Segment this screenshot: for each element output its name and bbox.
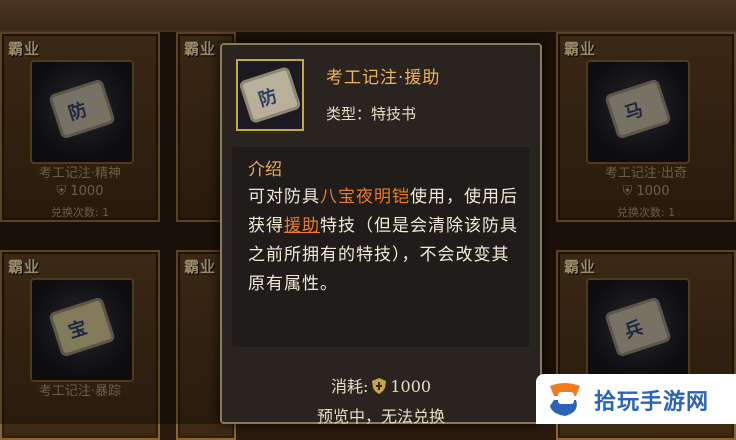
status-text: 预览中，无法兑换 — [316, 407, 445, 426]
top-bar — [0, 0, 736, 32]
cost-row: 消耗: 1000 — [222, 373, 540, 397]
item-title: 考工记注·援助 — [326, 68, 441, 88]
watermark: 拾玩手游网 — [536, 374, 736, 424]
item-type: 类型：特技书 — [326, 105, 417, 123]
watermark-text: 拾玩手游网 — [594, 390, 710, 415]
scroll-icon: 防 — [238, 66, 302, 124]
item-description: 可对防具八宝夜明铠使用，使用后获得援助特技（但是会清除该防具之前所拥有的特技），… — [248, 187, 518, 294]
intro-label: 介绍 — [248, 160, 282, 180]
skill-name: 援助 — [284, 216, 320, 236]
cost-value: 1000 — [390, 377, 432, 396]
shield-coin-icon — [372, 378, 387, 394]
armor-name: 八宝夜明铠 — [320, 187, 410, 207]
item-tooltip: 防 考工记注·援助 类型：特技书 介绍 可对防具八宝夜明铠使用，使用后获得援助特… — [220, 43, 542, 426]
description-box: 介绍 可对防具八宝夜明铠使用，使用后获得援助特技（但是会清除该防具之前所拥有的特… — [232, 147, 530, 347]
site-logo-icon — [550, 383, 580, 416]
item-icon: 防 — [236, 59, 304, 131]
cost-label: 消耗: — [330, 377, 369, 396]
